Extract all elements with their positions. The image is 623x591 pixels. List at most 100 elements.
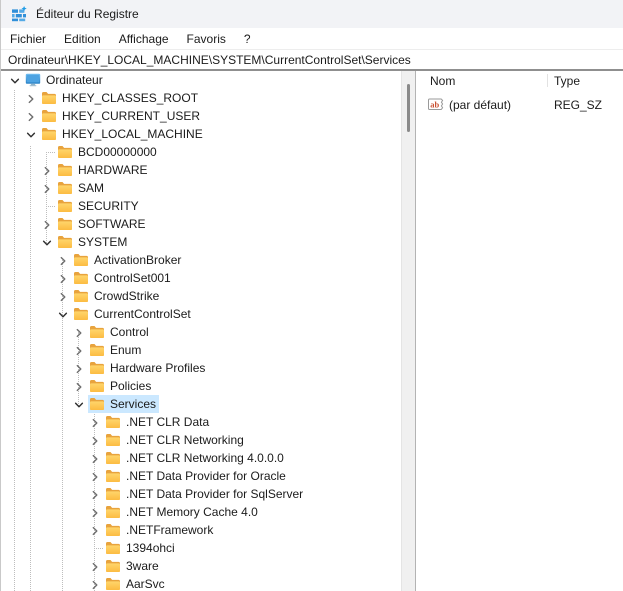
chevron-right-icon[interactable] (25, 110, 37, 122)
menu-bar: FichierEditionAffichageFavoris? (1, 28, 623, 50)
tree-item[interactable]: Ordinateur (1, 71, 401, 89)
tree-item-content[interactable]: .NETFramework (104, 521, 216, 539)
tree-item[interactable]: HKEY_CLASSES_ROOT (1, 89, 401, 107)
menu-item-fichier[interactable]: Fichier (1, 30, 55, 48)
chevron-right-icon[interactable] (89, 524, 101, 536)
tree-item-content[interactable]: 3ware (104, 557, 162, 575)
tree-item[interactable]: .NET CLR Networking (1, 431, 401, 449)
tree-item-content[interactable]: .NET CLR Networking (104, 431, 247, 449)
tree-item[interactable]: Policies (1, 377, 401, 395)
tree-item-content[interactable]: ControlSet001 (72, 269, 174, 287)
tree-item-content[interactable]: SAM (56, 179, 107, 197)
tree-item-content[interactable]: BCD00000000 (56, 143, 160, 161)
tree-item-content[interactable]: AarSvc (104, 575, 168, 591)
tree-item-content[interactable]: SOFTWARE (56, 215, 149, 233)
folder-icon (105, 559, 121, 573)
tree-item-content[interactable]: .NET CLR Networking 4.0.0.0 (104, 449, 287, 467)
tree-item[interactable]: .NET Data Provider for SqlServer (1, 485, 401, 503)
chevron-down-icon[interactable] (25, 128, 37, 140)
tree-item[interactable]: CurrentControlSet (1, 305, 401, 323)
chevron-right-icon[interactable] (89, 488, 101, 500)
tree-item-label: HKEY_CLASSES_ROOT (62, 91, 198, 105)
chevron-right-icon[interactable] (73, 344, 85, 356)
scrollbar-thumb[interactable] (407, 84, 410, 132)
chevron-down-icon[interactable] (9, 74, 21, 86)
tree-item[interactable]: Hardware Profiles (1, 359, 401, 377)
tree-item-content[interactable]: Policies (88, 377, 154, 395)
tree-item-content[interactable]: HKEY_CURRENT_USER (40, 107, 203, 125)
tree-item[interactable]: .NET CLR Data (1, 413, 401, 431)
menu-item--[interactable]: ? (235, 30, 260, 48)
tree-item[interactable]: 1394ohci (1, 539, 401, 557)
chevron-right-icon[interactable] (89, 452, 101, 464)
tree-item[interactable]: HKEY_LOCAL_MACHINE (1, 125, 401, 143)
tree-vertical-scrollbar[interactable] (401, 71, 415, 591)
chevron-down-icon[interactable] (41, 236, 53, 248)
tree-item-content[interactable]: HKEY_CLASSES_ROOT (40, 89, 201, 107)
chevron-right-icon[interactable] (89, 578, 101, 590)
tree-item[interactable]: Services (1, 395, 401, 413)
tree-item-content[interactable]: .NET Data Provider for SqlServer (104, 485, 306, 503)
column-header-name[interactable]: Nom (430, 73, 455, 89)
tree-item-content[interactable]: SECURITY (56, 197, 142, 215)
tree-item-content[interactable]: 1394ohci (104, 539, 178, 557)
tree-item-content[interactable]: .NET Data Provider for Oracle (104, 467, 289, 485)
chevron-right-icon[interactable] (73, 326, 85, 338)
tree-item[interactable]: CrowdStrike (1, 287, 401, 305)
tree-item[interactable]: .NET Data Provider for Oracle (1, 467, 401, 485)
tree-item[interactable]: Control (1, 323, 401, 341)
address-bar[interactable]: Ordinateur\HKEY_LOCAL_MACHINE\SYSTEM\Cur… (1, 50, 623, 71)
tree-item[interactable]: SYSTEM (1, 233, 401, 251)
column-separator[interactable] (547, 74, 548, 87)
chevron-right-icon[interactable] (57, 290, 69, 302)
tree-item-content[interactable]: Enum (88, 341, 144, 359)
tree-item-content[interactable]: SYSTEM (56, 233, 130, 251)
chevron-right-icon[interactable] (89, 416, 101, 428)
column-header-type[interactable]: Type (554, 73, 580, 89)
chevron-down-icon[interactable] (57, 308, 69, 320)
tree-item[interactable]: ActivationBroker (1, 251, 401, 269)
tree-item[interactable]: .NET CLR Networking 4.0.0.0 (1, 449, 401, 467)
tree-item[interactable]: SAM (1, 179, 401, 197)
registry-value-row[interactable]: ab(par défaut)REG_SZ (416, 96, 623, 114)
tree-item[interactable]: BCD00000000 (1, 143, 401, 161)
chevron-right-icon[interactable] (41, 164, 53, 176)
folder-icon (57, 235, 73, 249)
tree-item-content[interactable]: .NET CLR Data (104, 413, 212, 431)
tree-item[interactable]: SECURITY (1, 197, 401, 215)
chevron-down-icon[interactable] (73, 398, 85, 410)
chevron-right-icon[interactable] (57, 254, 69, 266)
tree-item[interactable]: HARDWARE (1, 161, 401, 179)
tree-item-content[interactable]: HKEY_LOCAL_MACHINE (40, 125, 206, 143)
chevron-right-icon[interactable] (89, 560, 101, 572)
tree-item-content[interactable]: Ordinateur (24, 71, 106, 89)
tree-item[interactable]: Enum (1, 341, 401, 359)
chevron-right-icon[interactable] (41, 182, 53, 194)
tree-item[interactable]: .NETFramework (1, 521, 401, 539)
tree-item[interactable]: HKEY_CURRENT_USER (1, 107, 401, 125)
tree-item[interactable]: AarSvc (1, 575, 401, 591)
tree-item-content[interactable]: CurrentControlSet (72, 305, 194, 323)
chevron-right-icon[interactable] (89, 470, 101, 482)
tree-item[interactable]: .NET Memory Cache 4.0 (1, 503, 401, 521)
chevron-right-icon[interactable] (57, 272, 69, 284)
tree-item[interactable]: SOFTWARE (1, 215, 401, 233)
tree-item-content[interactable]: CrowdStrike (72, 287, 162, 305)
tree-item-content[interactable]: Hardware Profiles (88, 359, 208, 377)
menu-item-favoris[interactable]: Favoris (178, 30, 235, 48)
tree-item-content[interactable]: Control (88, 323, 152, 341)
chevron-right-icon[interactable] (25, 92, 37, 104)
tree-item-content[interactable]: HARDWARE (56, 161, 151, 179)
menu-item-affichage[interactable]: Affichage (110, 30, 178, 48)
chevron-right-icon[interactable] (73, 380, 85, 392)
tree-item-selected-content[interactable]: Services (88, 395, 159, 413)
tree-item[interactable]: ControlSet001 (1, 269, 401, 287)
chevron-right-icon[interactable] (73, 362, 85, 374)
menu-item-edition[interactable]: Edition (55, 30, 110, 48)
chevron-right-icon[interactable] (89, 506, 101, 518)
tree-item-content[interactable]: .NET Memory Cache 4.0 (104, 503, 261, 521)
chevron-right-icon[interactable] (89, 434, 101, 446)
tree-item-content[interactable]: ActivationBroker (72, 251, 184, 269)
chevron-right-icon[interactable] (41, 218, 53, 230)
tree-item[interactable]: 3ware (1, 557, 401, 575)
